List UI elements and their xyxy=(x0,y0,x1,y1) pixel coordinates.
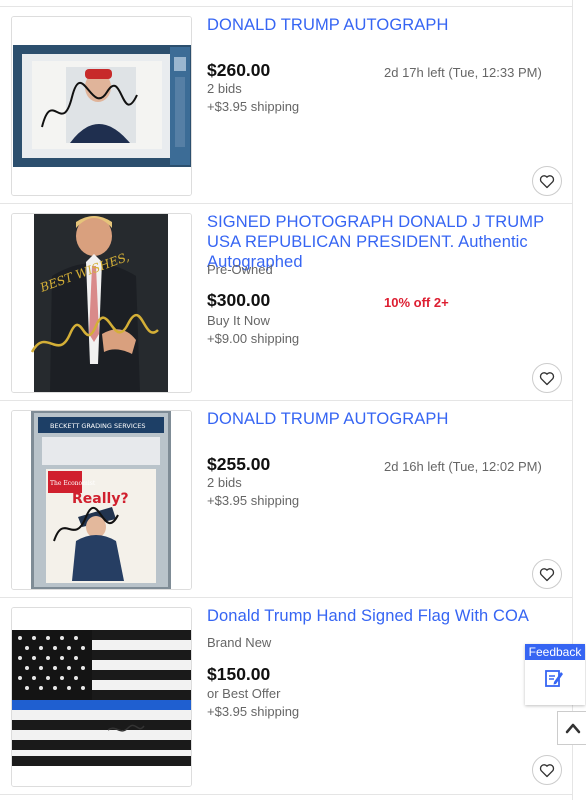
shipping-cost: +$3.95 shipping xyxy=(207,493,300,508)
list-item[interactable]: BEST WISHES, SIGNED PHOTOGRAPH DONALD J … xyxy=(0,204,572,401)
item-thumbnail[interactable]: BEST WISHES, xyxy=(11,213,192,393)
shipping-cost: +$3.95 shipping xyxy=(207,99,300,114)
time-left: 2d 17h left (Tue, 12:33 PM) xyxy=(384,65,542,80)
bid-count: 2 bids xyxy=(207,81,242,96)
magazine-masthead: The Economist xyxy=(50,480,96,487)
search-results-list: DONALD TRUMP AUTOGRAPH $260.00 2d 17h le… xyxy=(0,0,573,800)
item-thumbnail[interactable]: BECKETT GRADING SERVICES The Economist R… xyxy=(11,410,192,590)
item-price: $260.00 xyxy=(207,60,271,80)
item-title-link[interactable]: DONALD TRUMP AUTOGRAPH xyxy=(207,15,562,35)
chevron-up-icon xyxy=(565,723,581,734)
slab-header: BECKETT GRADING SERVICES xyxy=(50,422,146,430)
item-price: $255.00 xyxy=(207,454,271,474)
promo-badge: 10% off 2+ xyxy=(384,295,449,310)
signed-portrait-image: BEST WISHES, xyxy=(12,214,191,392)
item-condition: Pre-Owned xyxy=(207,262,273,277)
edit-note-icon xyxy=(545,670,563,687)
watch-button[interactable] xyxy=(532,559,562,589)
time-left: 2d 16h left (Tue, 12:02 PM) xyxy=(384,459,542,474)
list-item[interactable]: BECKETT GRADING SERVICES The Economist R… xyxy=(0,401,572,598)
divider xyxy=(0,794,572,795)
heart-icon xyxy=(539,763,555,777)
feedback-button[interactable]: Feedback xyxy=(525,644,585,705)
watch-button[interactable] xyxy=(532,755,562,785)
shipping-cost: +$9.00 shipping xyxy=(207,331,300,346)
item-condition: Brand New xyxy=(207,635,272,650)
heart-icon xyxy=(539,567,555,581)
heart-icon xyxy=(539,371,555,385)
item-title-link[interactable]: Donald Trump Hand Signed Flag With COA xyxy=(207,606,562,626)
thin-blue-line-flag-image xyxy=(12,608,191,786)
item-thumbnail[interactable] xyxy=(11,607,192,787)
list-item[interactable]: DONALD TRUMP AUTOGRAPH $260.00 2d 17h le… xyxy=(0,7,572,204)
heart-icon xyxy=(539,174,555,188)
item-price: $300.00 xyxy=(207,290,271,310)
buying-format: Buy It Now xyxy=(207,313,270,328)
back-to-top-button[interactable] xyxy=(557,711,586,745)
watch-button[interactable] xyxy=(532,166,562,196)
bid-count: 2 bids xyxy=(207,475,242,490)
watch-button[interactable] xyxy=(532,363,562,393)
buying-format: or Best Offer xyxy=(207,686,281,701)
list-item[interactable]: Donald Trump Hand Signed Flag With COA B… xyxy=(0,598,572,795)
item-title-link[interactable]: DONALD TRUMP AUTOGRAPH xyxy=(207,409,562,429)
feedback-label: Feedback xyxy=(525,644,585,660)
item-price: $150.00 xyxy=(207,664,271,684)
shipping-cost: +$3.95 shipping xyxy=(207,704,300,719)
slabbed-signed-photo-image xyxy=(12,17,191,195)
item-thumbnail[interactable] xyxy=(11,16,192,196)
magazine-cover-line: Really? xyxy=(72,491,129,507)
slabbed-signed-magazine-image: BECKETT GRADING SERVICES The Economist R… xyxy=(12,411,191,589)
